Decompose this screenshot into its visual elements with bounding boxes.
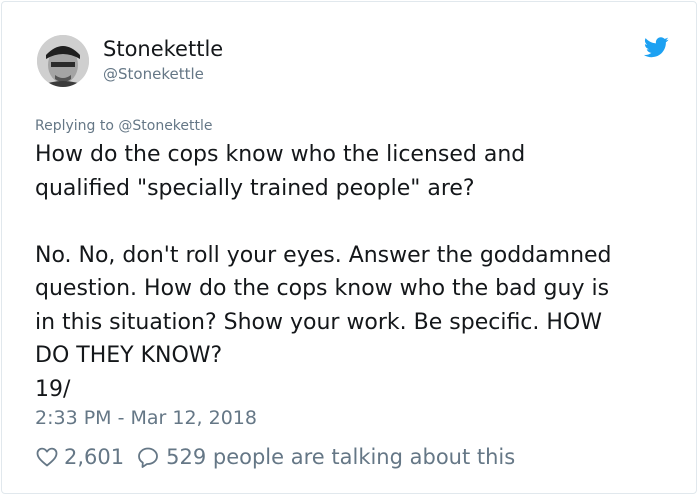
tweet-line: DO THEY KNOW? <box>35 343 223 368</box>
twitter-bird-icon[interactable] <box>643 37 669 58</box>
twitter-bird-icon-svg <box>643 37 669 58</box>
tweet-line: in this situation? Show your work. Be sp… <box>35 309 603 335</box>
tweet-line: 19/ <box>35 376 71 402</box>
avatar[interactable] <box>37 35 89 87</box>
tweet-line: No. No, don't roll your eyes. Answer the… <box>35 242 612 268</box>
heart-icon-svg <box>36 447 58 467</box>
tweet-timestamp[interactable]: 2:33 PM - Mar 12, 2018 <box>35 406 257 430</box>
reply-icon[interactable] <box>136 445 160 469</box>
engagement-stats: 2,601 529 people are talking about this <box>35 442 515 472</box>
talking-count[interactable]: 529 people are talking about this <box>166 445 515 469</box>
display-name[interactable]: Stonekettle <box>103 36 223 62</box>
tweet-text: How do the cops know who the licensed an… <box>35 138 675 406</box>
profile-photo-icon <box>37 35 89 87</box>
like-count[interactable]: 2,601 <box>64 445 124 469</box>
tweet-line: How do the cops know who the licensed an… <box>35 142 526 167</box>
heart-icon[interactable] <box>35 445 59 469</box>
user-handle[interactable]: @Stonekettle <box>103 64 204 84</box>
tweet-line-blank <box>35 205 675 239</box>
replying-to[interactable]: Replying to @Stonekettle <box>35 116 213 136</box>
tweet-card: Stonekettle @Stonekettle Replying to @St… <box>1 1 697 494</box>
tweet-line: question. How do the cops know who the b… <box>35 276 610 301</box>
tweet-line: qualified "specially trained people" are… <box>35 175 475 201</box>
reply-icon-svg <box>138 447 159 468</box>
